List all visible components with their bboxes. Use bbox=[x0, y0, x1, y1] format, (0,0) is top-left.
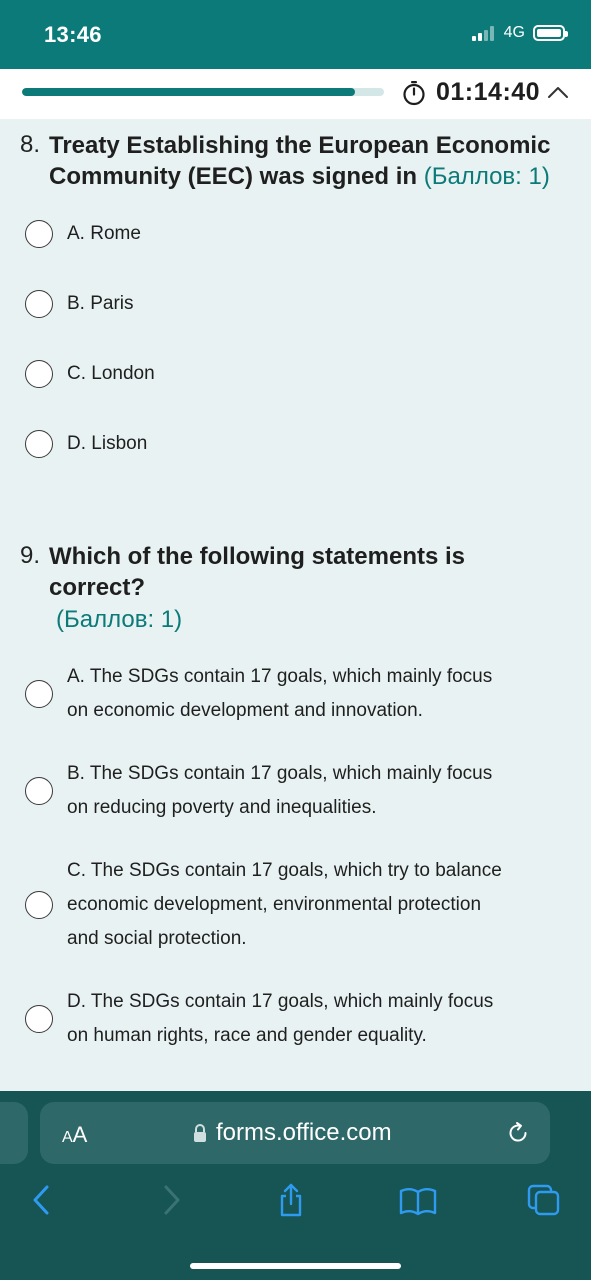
question-title-line: Treaty Establishing the European Economi… bbox=[49, 132, 551, 159]
chevron-up-icon[interactable] bbox=[547, 85, 569, 99]
lock-icon bbox=[194, 1124, 206, 1142]
status-bar: 13:46 4G bbox=[0, 0, 591, 69]
question-number: 9. bbox=[20, 542, 41, 569]
browser-toolbar: AA forms.office.com bbox=[0, 1091, 591, 1280]
battery-icon bbox=[533, 25, 568, 41]
option-label[interactable]: C. The SDGs contain 17 goals, which try … bbox=[67, 854, 502, 956]
radio-option-b[interactable] bbox=[25, 777, 53, 805]
option-label[interactable]: C. London bbox=[67, 357, 155, 391]
radio-option-a[interactable] bbox=[25, 220, 53, 248]
signal-icon bbox=[471, 25, 494, 41]
form-content: 8. Treaty Establishing the European Econ… bbox=[0, 119, 591, 1091]
status-time: 13:46 bbox=[44, 22, 102, 47]
timer: 01:14:40 bbox=[402, 78, 540, 107]
option-label[interactable]: A. Rome bbox=[67, 217, 141, 251]
question-title-line: Which of the following statements is bbox=[49, 543, 466, 570]
form-top-bar: 01:14:40 bbox=[0, 69, 591, 119]
timer-value: 01:14:40 bbox=[436, 78, 541, 106]
url-text[interactable]: forms.office.com bbox=[216, 1119, 392, 1147]
question-title: Treaty Establishing the European Economi… bbox=[49, 130, 550, 192]
form-progress-fill bbox=[22, 88, 356, 96]
home-indicator bbox=[190, 1263, 401, 1269]
radio-option-d[interactable] bbox=[25, 1005, 53, 1033]
option-label[interactable]: A. The SDGs contain 17 goals, which main… bbox=[67, 660, 492, 728]
forward-icon[interactable] bbox=[156, 1183, 186, 1217]
reload-icon[interactable] bbox=[506, 1121, 530, 1145]
question-title-line: Community (EEC) was signed in (Баллов: 1… bbox=[49, 163, 550, 190]
radio-option-b[interactable] bbox=[25, 290, 53, 318]
question-points: (Баллов: 1) bbox=[56, 606, 183, 633]
stopwatch-icon bbox=[403, 80, 425, 105]
option-label[interactable]: D. Lisbon bbox=[67, 427, 147, 461]
back-icon[interactable] bbox=[27, 1183, 57, 1217]
address-bar[interactable]: AA forms.office.com bbox=[40, 1102, 550, 1164]
previous-tab-pill[interactable] bbox=[0, 1102, 28, 1164]
option-label[interactable]: D. The SDGs contain 17 goals, which main… bbox=[67, 985, 493, 1053]
status-indicators: 4G bbox=[471, 24, 568, 42]
radio-option-d[interactable] bbox=[25, 430, 53, 458]
question-number: 8. bbox=[20, 131, 41, 158]
network-type: 4G bbox=[503, 24, 525, 41]
radio-option-a[interactable] bbox=[25, 680, 53, 708]
bookmarks-icon[interactable] bbox=[398, 1183, 438, 1217]
question-points: (Баллов: 1) bbox=[423, 163, 550, 190]
text-size-button[interactable]: AA bbox=[62, 1122, 87, 1148]
question-title-line: correct? bbox=[49, 574, 146, 601]
share-icon[interactable] bbox=[276, 1183, 306, 1217]
form-progress-bar bbox=[22, 88, 384, 96]
option-label[interactable]: B. Paris bbox=[67, 287, 134, 321]
option-label[interactable]: B. The SDGs contain 17 goals, which main… bbox=[67, 757, 492, 825]
tabs-icon[interactable] bbox=[526, 1183, 562, 1217]
question-title: Which of the following statements is cor… bbox=[49, 541, 465, 603]
radio-option-c[interactable] bbox=[25, 360, 53, 388]
radio-option-c[interactable] bbox=[25, 891, 53, 919]
